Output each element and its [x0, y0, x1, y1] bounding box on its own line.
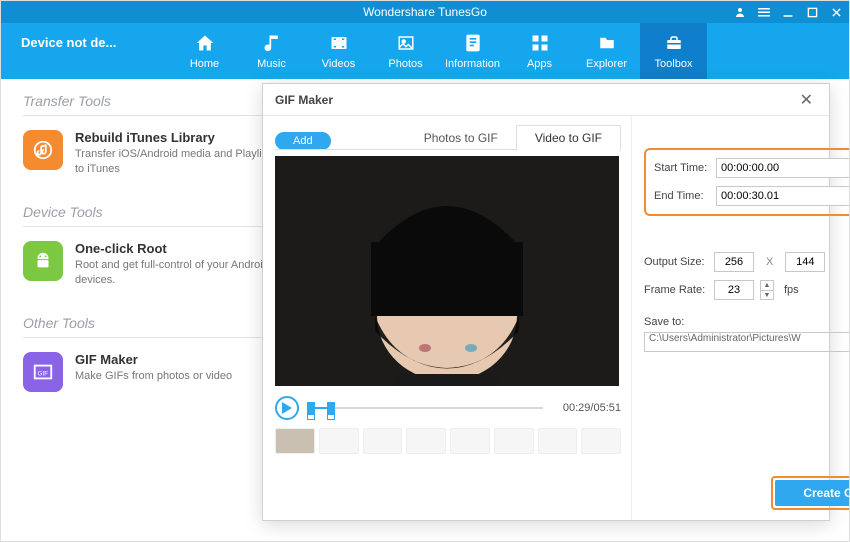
tool-desc: Root and get full-control of your Androi… — [75, 258, 283, 289]
section-heading-transfer: Transfer Tools — [23, 93, 283, 116]
thumbnail-empty — [450, 428, 490, 454]
svg-text:GIF: GIF — [38, 370, 49, 377]
menu-icon[interactable] — [757, 6, 771, 18]
output-size-label: Output Size: — [644, 256, 708, 268]
create-gif-button[interactable]: Create GIF — [775, 480, 850, 506]
modal-left-pane: Add Photos to GIF Video to GIF — [263, 116, 631, 520]
save-to-label: Save to: — [644, 316, 850, 328]
apps-icon — [531, 32, 549, 54]
tool-desc: Make GIFs from photos or video — [75, 369, 232, 384]
video-preview[interactable] — [275, 156, 619, 386]
thumbnail[interactable] — [275, 428, 315, 454]
nav-label: Toolbox — [655, 58, 693, 70]
nav-label: Explorer — [586, 58, 627, 70]
nav-label: Information — [445, 58, 500, 70]
range-end-handle[interactable] — [327, 402, 335, 414]
info-icon — [463, 32, 483, 54]
tools-sidebar: Transfer Tools Rebuild iTunes Library Tr… — [23, 93, 283, 418]
tool-title: GIF Maker — [75, 352, 232, 367]
time-label: 00:29/05:51 — [551, 402, 621, 414]
modal-header: GIF Maker ✕ — [263, 84, 829, 116]
tab-photos-to-gif[interactable]: Photos to GIF — [406, 126, 516, 150]
gif-icon: GIF — [23, 352, 63, 392]
section-heading-other: Other Tools — [23, 315, 283, 338]
tool-one-click-root[interactable]: One-click Root Root and get full-control… — [23, 241, 283, 289]
section-heading-device: Device Tools — [23, 204, 283, 227]
tool-gif-maker[interactable]: GIF GIF Maker Make GIFs from photos or v… — [23, 352, 283, 392]
end-time-label: End Time: — [654, 190, 710, 202]
app-title: Wondershare TunesGo — [363, 5, 487, 19]
nav-toolbox[interactable]: Toolbox — [640, 23, 707, 79]
videos-icon — [329, 32, 349, 54]
range-start-handle[interactable] — [307, 402, 315, 414]
nav-home[interactable]: Home — [171, 23, 238, 79]
frame-rate-input[interactable] — [714, 280, 754, 300]
thumbnail-empty — [319, 428, 359, 454]
android-icon — [23, 241, 63, 281]
maximize-button[interactable] — [805, 7, 819, 18]
modal-right-pane: Start Time: ▲▼ End Time: ▲▼ Output Size: — [631, 116, 850, 520]
add-button[interactable]: Add — [275, 132, 331, 150]
frame-rate-stepper[interactable]: ▲▼ — [760, 280, 774, 300]
output-height-input[interactable] — [785, 252, 825, 272]
nav-label: Apps — [527, 58, 552, 70]
nav-explorer[interactable]: Explorer — [573, 23, 640, 79]
nav-photos[interactable]: Photos — [372, 23, 439, 79]
minimize-button[interactable] — [781, 6, 795, 18]
content-area: Transfer Tools Rebuild iTunes Library Tr… — [1, 79, 849, 541]
explorer-icon — [597, 32, 617, 54]
thumbnail-empty — [363, 428, 403, 454]
itunes-icon — [23, 130, 63, 170]
music-icon — [262, 32, 282, 54]
play-button[interactable] — [275, 396, 299, 420]
nav-label: Videos — [322, 58, 355, 70]
range-end-marker — [327, 414, 335, 420]
create-gif-highlight: Create GIF — [771, 476, 850, 510]
device-status[interactable]: Device not de... — [1, 23, 161, 79]
app-window: Wondershare TunesGo Device not de... Hom… — [0, 0, 850, 542]
tool-rebuild-itunes[interactable]: Rebuild iTunes Library Transfer iOS/Andr… — [23, 130, 283, 178]
start-time-input[interactable] — [716, 158, 850, 178]
frame-rate-label: Frame Rate: — [644, 284, 708, 296]
tool-title: One-click Root — [75, 241, 283, 256]
x-symbol: X — [760, 256, 779, 268]
gif-maker-modal: GIF Maker ✕ Add Photos to GIF Video to G… — [262, 83, 830, 521]
nav-videos[interactable]: Videos — [305, 23, 372, 79]
nav-label: Home — [190, 58, 219, 70]
thumbnail-empty — [494, 428, 534, 454]
modal-title: GIF Maker — [275, 93, 333, 107]
home-icon — [194, 32, 216, 54]
time-range-box: Start Time: ▲▼ End Time: ▲▼ — [644, 148, 850, 216]
output-width-input[interactable] — [714, 252, 754, 272]
range-start-marker — [307, 414, 315, 420]
end-time-input[interactable] — [716, 186, 850, 206]
toolbox-icon — [664, 32, 684, 54]
photos-icon — [396, 32, 416, 54]
thumbnail-empty — [538, 428, 578, 454]
thumbnail-empty — [406, 428, 446, 454]
thumbnail-strip — [275, 428, 621, 454]
nav-music[interactable]: Music — [238, 23, 305, 79]
save-path-input[interactable]: C:\Users\Administrator\Pictures\W — [644, 332, 850, 352]
nav-apps[interactable]: Apps — [506, 23, 573, 79]
tool-desc: Transfer iOS/Android media and Playlists… — [75, 147, 283, 178]
fps-unit: fps — [784, 284, 799, 296]
navbar: Device not de... Home Music Videos Photo… — [1, 23, 849, 79]
titlebar: Wondershare TunesGo — [1, 1, 849, 23]
thumbnail-empty — [581, 428, 621, 454]
nav-label: Music — [257, 58, 286, 70]
modal-close-button[interactable]: ✕ — [796, 90, 817, 110]
nav-information[interactable]: Information — [439, 23, 506, 79]
start-time-label: Start Time: — [654, 162, 710, 174]
tool-title: Rebuild iTunes Library — [75, 130, 283, 145]
close-button[interactable] — [829, 7, 843, 18]
tab-video-to-gif[interactable]: Video to GIF — [516, 125, 621, 151]
seek-track[interactable] — [307, 398, 543, 418]
user-icon[interactable] — [733, 6, 747, 18]
nav-label: Photos — [388, 58, 422, 70]
